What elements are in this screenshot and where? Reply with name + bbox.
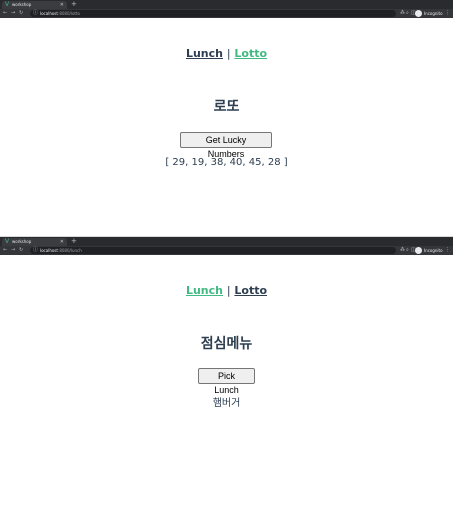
tab-title: workshop <box>12 239 32 244</box>
tab-strip: V workshop ✕ + <box>0 237 453 246</box>
vue-favicon-icon: V <box>5 1 10 8</box>
new-tab-icon[interactable]: + <box>71 238 77 245</box>
tab-title: workshop <box>12 2 32 7</box>
menu-icon[interactable]: ⋮ <box>445 247 450 254</box>
get-lucky-numbers-button[interactable]: Get Lucky Numbers <box>180 132 272 159</box>
lotto-result: [ 29, 19, 38, 40, 45, 28 ] <box>165 157 288 168</box>
back-icon[interactable]: ← <box>3 247 7 254</box>
info-icon: ⓘ <box>33 247 39 253</box>
zoom-icon[interactable]: ⌕ <box>406 10 409 17</box>
translate-icon[interactable]: ⁂ <box>400 247 405 254</box>
reload-icon[interactable]: ↻ <box>19 247 23 254</box>
vue-favicon-icon: V <box>5 238 10 245</box>
nav-separator: | <box>226 47 231 60</box>
incognito-avatar-icon[interactable] <box>415 10 422 17</box>
lunch-result: 햄버거 <box>212 398 241 409</box>
url-text: localhost:8080/lotto <box>40 11 80 16</box>
translate-icon[interactable]: ⁂ <box>400 10 405 17</box>
address-bar[interactable]: ⓘ localhost:8080/lunch <box>30 247 396 254</box>
url-text: localhost:8080/lunch <box>40 248 82 253</box>
browser-toolbar: ← → ↻ ⓘ localhost:8080/lotto ⁂ ⌕ ◫ Incog… <box>0 9 453 18</box>
nav-bar: Lunch | Lotto <box>0 284 453 297</box>
nav-link-lotto[interactable]: Lotto <box>234 284 267 297</box>
pick-lunch-button[interactable]: Pick Lunch <box>198 368 255 395</box>
back-icon[interactable]: ← <box>3 10 7 17</box>
forward-icon[interactable]: → <box>11 247 15 254</box>
browser-toolbar: ← → ↻ ⓘ localhost:8080/lunch ⁂ ⌕ ◫ Incog… <box>0 246 453 255</box>
address-bar[interactable]: ⓘ localhost:8080/lotto <box>30 10 396 17</box>
menu-icon[interactable]: ⋮ <box>445 10 450 17</box>
nav-link-lotto[interactable]: Lotto <box>234 47 267 60</box>
info-icon: ⓘ <box>33 10 39 16</box>
close-tab-icon[interactable]: ✕ <box>60 239 64 245</box>
nav-link-lunch[interactable]: Lunch <box>186 47 223 60</box>
nav-bar: Lunch | Lotto <box>0 47 453 60</box>
forward-icon[interactable]: → <box>11 10 15 17</box>
reload-icon[interactable]: ↻ <box>19 10 23 17</box>
browser-tab[interactable]: V workshop ✕ <box>2 238 67 246</box>
incognito-label: Incognito <box>424 248 443 253</box>
zoom-icon[interactable]: ⌕ <box>406 247 409 254</box>
incognito-label: Incognito <box>424 11 443 16</box>
nav-separator: | <box>226 284 231 297</box>
incognito-avatar-icon[interactable] <box>415 247 422 254</box>
page-title: 점심메뉴 <box>200 336 253 352</box>
browser-window-lotto: V workshop ✕ + ← → ↻ ⓘ localhost:8080/lo… <box>0 0 453 236</box>
close-tab-icon[interactable]: ✕ <box>60 2 64 8</box>
nav-link-lunch[interactable]: Lunch <box>186 284 223 297</box>
page-title: 로또 <box>213 99 240 115</box>
browser-tab[interactable]: V workshop ✕ <box>2 1 67 9</box>
tab-strip: V workshop ✕ + <box>0 0 453 9</box>
new-tab-icon[interactable]: + <box>71 1 77 8</box>
browser-window-lunch: V workshop ✕ + ← → ↻ ⓘ localhost:8080/lu… <box>0 237 453 521</box>
